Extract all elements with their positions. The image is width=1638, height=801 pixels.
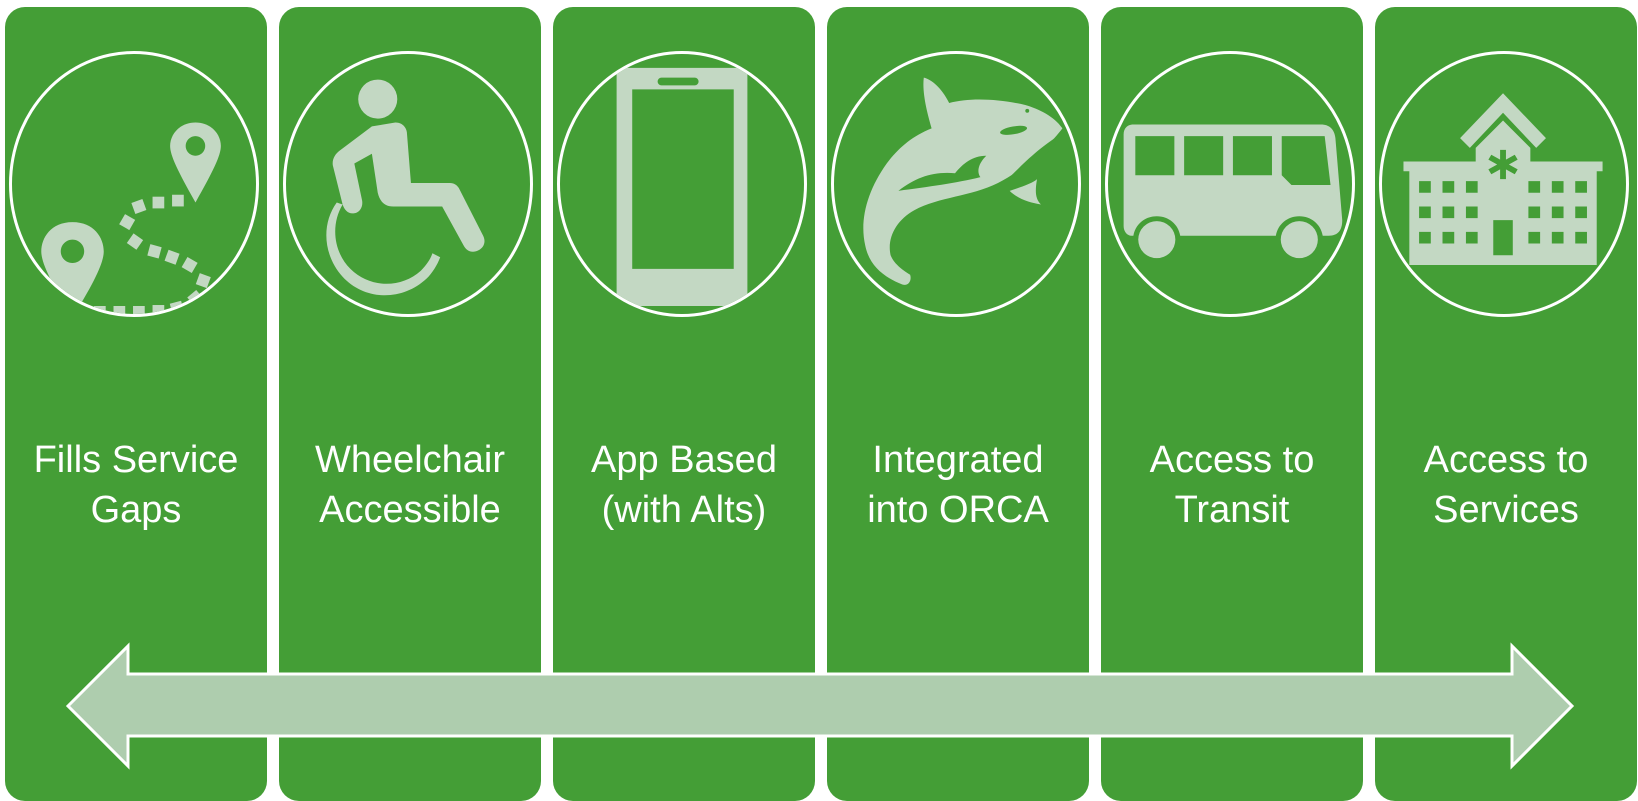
double-arrow <box>65 642 1575 770</box>
double-arrow-shape <box>65 642 1575 770</box>
